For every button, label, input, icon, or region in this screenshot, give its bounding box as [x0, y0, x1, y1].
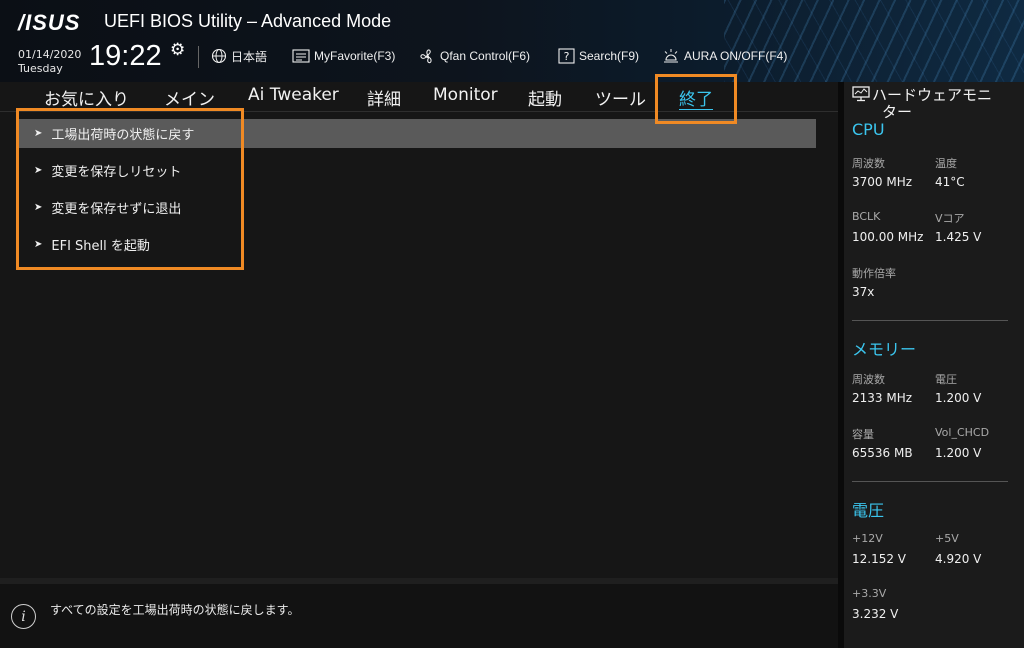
tab-main[interactable]: メイン: [164, 85, 215, 110]
myfavorite-button[interactable]: MyFavorite(F3): [292, 47, 395, 65]
language-label: 日本語: [231, 49, 268, 64]
hardware-monitor-title-line1: ハードウェアモニ: [872, 86, 993, 104]
fan-icon: [420, 48, 432, 63]
aura-label: AURA ON/OFF(F4): [684, 49, 788, 63]
cpu-frequency-label: 周波数: [852, 157, 885, 170]
aura-light-icon: [664, 49, 678, 63]
memory-capacity-value: 65536 MB: [852, 446, 913, 460]
voltage-section-heading: 電圧: [852, 501, 885, 520]
tab-favorites[interactable]: お気に入り: [44, 85, 129, 110]
clock-settings-gear-icon[interactable]: ⚙: [170, 40, 185, 60]
memory-capacity-label: 容量: [852, 428, 874, 441]
cpu-section-heading: CPU: [852, 120, 885, 139]
exit-menu-panel: ➤ 工場出荷時の状態に戻す ➤ 変更を保存しリセット ➤ 変更を保存せずに退出 …: [0, 113, 838, 578]
memory-section-heading: メモリー: [852, 340, 917, 359]
bclk-label: BCLK: [852, 210, 881, 223]
bclk-value: 100.00 MHz: [852, 230, 924, 244]
memory-frequency-value: 2133 MHz: [852, 391, 913, 405]
memory-voltage-label: 電圧: [935, 373, 957, 386]
language-button[interactable]: 日本語: [211, 47, 267, 65]
memory-frequency-label: 周波数: [852, 373, 885, 386]
favorite-list-icon: [292, 49, 310, 63]
v5-label: +5V: [935, 532, 959, 545]
menu-item-label: EFI Shell を起動: [51, 239, 150, 254]
menu-item-label: 変更を保存せずに退出: [51, 202, 182, 217]
section-separator: [852, 320, 1008, 321]
v12-label: +12V: [852, 532, 883, 545]
search-help-icon: ?: [558, 48, 575, 64]
menu-item-label: 工場出荷時の状態に戻す: [51, 128, 195, 143]
globe-icon: [211, 48, 227, 64]
qfan-label: Qfan Control(F6): [440, 49, 531, 63]
v33-value: 3.232 V: [852, 607, 899, 621]
tab-advanced[interactable]: 詳細: [367, 85, 401, 110]
cpu-temperature-value: 41°C: [935, 175, 965, 189]
aura-toggle-button[interactable]: AURA ON/OFF(F4): [662, 47, 787, 65]
search-label: Search(F9): [579, 49, 640, 63]
arrow-right-icon: ➤: [34, 239, 43, 250]
header-decoration: [724, 0, 1024, 82]
cpu-frequency-value: 3700 MHz: [852, 175, 913, 189]
header-separator: [198, 46, 199, 68]
menu-item-save-reset[interactable]: ➤ 変更を保存しリセット: [18, 156, 816, 185]
help-description: すべての設定を工場出荷時の状態に戻します。: [50, 603, 300, 617]
menu-item-load-defaults[interactable]: ➤ 工場出荷時の状態に戻す: [18, 119, 816, 148]
svg-text:?: ?: [564, 50, 570, 63]
menu-item-discard-exit[interactable]: ➤ 変更を保存せずに退出: [18, 193, 816, 222]
hardware-monitor-panel: ハードウェアモニ ター CPU 周波数 温度 3700 MHz 41°C BCL…: [844, 82, 1024, 648]
date-display: 01/14/2020 Tuesday: [18, 48, 81, 76]
menu-item-label: 変更を保存しリセット: [51, 165, 182, 180]
vol-chcd-value: 1.200 V: [935, 446, 982, 460]
cpu-temperature-label: 温度: [935, 157, 957, 170]
date-text: 01/14/2020: [18, 48, 82, 61]
arrow-right-icon: ➤: [34, 165, 43, 176]
info-icon: i: [11, 604, 36, 629]
weekday-text: Tuesday: [18, 62, 63, 75]
clock-time: 19:22: [89, 40, 162, 72]
memory-voltage-value: 1.200 V: [935, 391, 982, 405]
monitor-icon: [852, 86, 870, 102]
hardware-monitor-title-line2: ター: [882, 103, 913, 121]
cpu-ratio-label: 動作倍率: [852, 267, 896, 280]
arrow-right-icon: ➤: [34, 202, 43, 213]
vol-chcd-label: Vol_CHCD: [935, 426, 990, 439]
tab-monitor[interactable]: Monitor: [433, 85, 498, 105]
myfavorite-label: MyFavorite(F3): [314, 49, 396, 63]
help-bar: i すべての設定を工場出荷時の状態に戻します。: [0, 578, 838, 648]
tab-exit[interactable]: 終了: [679, 85, 713, 110]
menu-item-efi-shell[interactable]: ➤ EFI Shell を起動: [18, 230, 816, 259]
app-title: UEFI BIOS Utility – Advanced Mode: [104, 11, 392, 31]
main-tab-bar: お気に入り メイン Ai Tweaker 詳細 Monitor 起動 ツール 終…: [0, 82, 838, 112]
arrow-right-icon: ➤: [34, 128, 43, 139]
vcore-label: Vコア: [935, 212, 965, 225]
tab-boot[interactable]: 起動: [528, 85, 562, 110]
tab-tool[interactable]: ツール: [595, 85, 646, 110]
v12-value: 12.152 V: [852, 552, 907, 566]
header-bar: /ISUS UEFI BIOS Utility – Advanced Mode …: [0, 0, 1024, 82]
search-button[interactable]: ? Search(F9): [558, 47, 639, 65]
v5-value: 4.920 V: [935, 552, 982, 566]
cpu-ratio-value: 37x: [852, 285, 875, 299]
vcore-value: 1.425 V: [935, 230, 982, 244]
tab-ai-tweaker[interactable]: Ai Tweaker: [248, 85, 339, 105]
asus-logo: /ISUS: [18, 10, 81, 35]
section-separator: [852, 481, 1008, 482]
qfan-control-button[interactable]: Qfan Control(F6): [419, 47, 530, 65]
v33-label: +3.3V: [852, 587, 887, 600]
hardware-monitor-title: ハードウェアモニ ター: [852, 86, 1022, 121]
